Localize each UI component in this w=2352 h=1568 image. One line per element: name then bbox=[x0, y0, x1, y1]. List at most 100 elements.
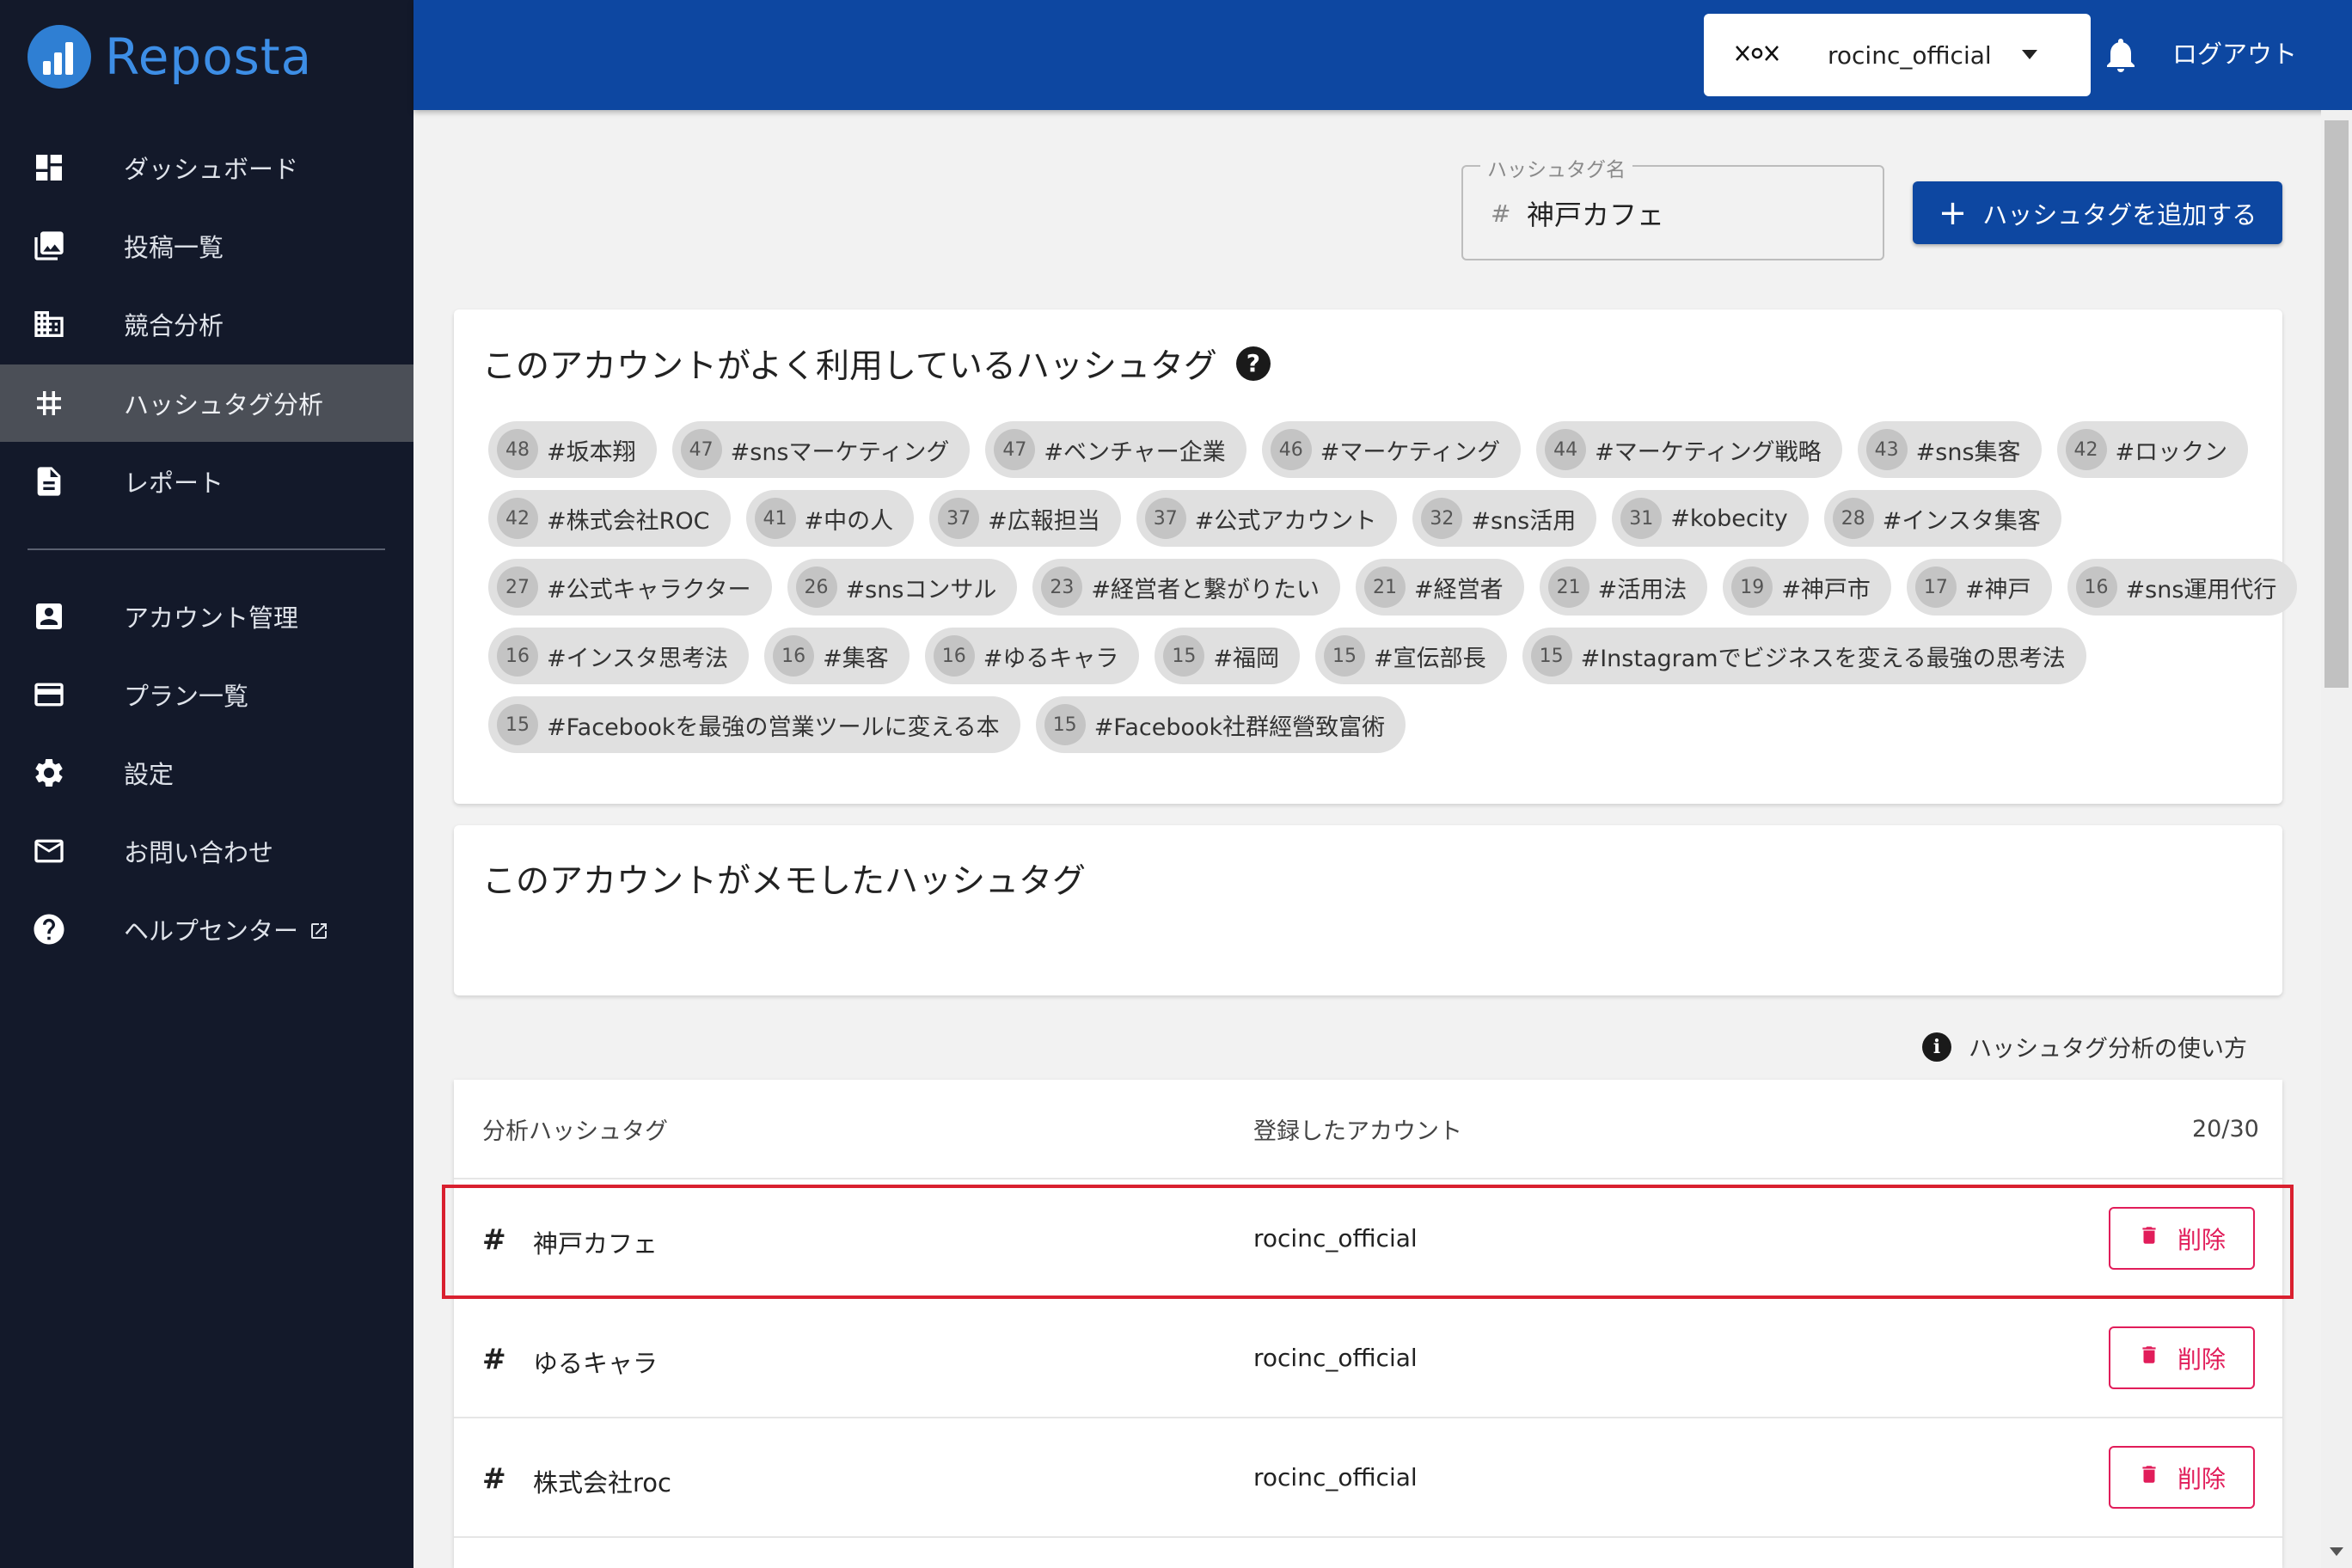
hashtag-chip[interactable]: 23 #経営者と繋がりたい bbox=[1032, 559, 1341, 616]
sidebar-divider bbox=[28, 548, 385, 550]
sidebar-item-label: ハッシュタグ分析 bbox=[124, 390, 324, 420]
chip-count: 37 bbox=[1144, 498, 1186, 539]
chip-count: 15 bbox=[1530, 635, 1572, 677]
sidebar-item-dashboard[interactable]: ダッシュボード bbox=[0, 129, 413, 206]
sidebar-item-contact[interactable]: お問い合わせ bbox=[0, 812, 413, 890]
chip-count: 19 bbox=[1731, 567, 1773, 608]
hashtag-chip[interactable]: 37 #広報担当 bbox=[929, 490, 1121, 547]
chip-count: 44 bbox=[1545, 429, 1587, 470]
building-icon bbox=[31, 306, 67, 342]
hashtag-chip[interactable]: 16 #sns運用代行 bbox=[2067, 559, 2298, 616]
logo-mark-icon bbox=[28, 25, 91, 89]
table-row: # ゆるキャラ rocinc_official 削除 bbox=[454, 1299, 2282, 1418]
hash-symbol: # bbox=[482, 1461, 506, 1495]
row-hashtag: 株式会社roc bbox=[533, 1468, 671, 1498]
usage-guide-label: ハッシュタグ分析の使い方 bbox=[1969, 1036, 2247, 1063]
hashtag-chip[interactable]: 15 #Facebook社群經營致富術 bbox=[1035, 696, 1406, 753]
photo-library-icon bbox=[31, 228, 67, 264]
chip-label: #sns運用代行 bbox=[2125, 576, 2277, 603]
chip-label: #広報担当 bbox=[988, 507, 1100, 535]
hashtag-chip[interactable]: 19 #神戸市 bbox=[1723, 559, 1891, 616]
help-icon[interactable]: ? bbox=[1235, 346, 1271, 381]
hashtag-chip[interactable]: 17 #神戸 bbox=[1906, 559, 2052, 616]
hashtag-chip[interactable]: 15 #宣伝部長 bbox=[1314, 628, 1507, 684]
hashtag-chip[interactable]: 46 #マーケティング bbox=[1261, 421, 1522, 478]
chip-label: #ベンチャー企業 bbox=[1044, 438, 1226, 466]
hashtag-chip[interactable]: 32 #sns活用 bbox=[1412, 490, 1597, 547]
chip-row: 15 #Facebookを最強の営業ツールに変える本 15 #Facebook社群經營… bbox=[488, 696, 2259, 753]
hashtag-chip[interactable]: 44 #マーケティング戦略 bbox=[1536, 421, 1842, 478]
hashtag-chip[interactable]: 26 #snsコンサル bbox=[787, 559, 1018, 616]
hashtag-input-field[interactable]: ハッシュタグ名 # bbox=[1461, 153, 1884, 260]
row-account: rocinc_official bbox=[1253, 1463, 1418, 1491]
popular-hashtags-card: このアカウントがよく利用しているハッシュタグ ? 48 #坂本翔 47 #snsマーケ… bbox=[454, 309, 2298, 804]
hashtag-chip[interactable]: 27 #公式キャラクター bbox=[488, 559, 772, 616]
chip-count: 31 bbox=[1620, 498, 1663, 539]
hash-symbol: # bbox=[482, 1342, 506, 1375]
hashtag-chip[interactable]: 21 #活用法 bbox=[1539, 559, 1708, 616]
delete-label: 削除 bbox=[2177, 1344, 2226, 1374]
sidebar-item-reports[interactable]: レポート bbox=[0, 443, 413, 520]
chip-label: #集客 bbox=[823, 645, 889, 672]
sidebar-item-label: ダッシュボード bbox=[124, 155, 299, 184]
help-icon bbox=[31, 911, 67, 947]
hashtag-chip[interactable]: 48 #坂本翔 bbox=[488, 421, 657, 478]
hashtag-chip[interactable]: 16 #集客 bbox=[764, 628, 910, 684]
hashtag-input[interactable] bbox=[1527, 187, 1862, 239]
hashtag-chip[interactable]: 15 #福岡 bbox=[1155, 628, 1300, 684]
sidebar-item-posts[interactable]: 投稿一覧 bbox=[0, 207, 413, 285]
add-hashtag-button[interactable]: + ハッシュタグを追加する bbox=[1913, 181, 2282, 244]
info-icon: i bbox=[1922, 1032, 1951, 1062]
hashtag-count: 20/30 bbox=[2192, 1115, 2259, 1142]
scroll-down-arrow[interactable] bbox=[2330, 1547, 2343, 1556]
chip-label: #マーケティング戦略 bbox=[1595, 438, 1822, 466]
hashtag-chip[interactable]: 31 #kobecity bbox=[1612, 490, 1809, 547]
logo-text: Reposta bbox=[105, 28, 313, 86]
chip-label: #福岡 bbox=[1213, 645, 1279, 672]
logout-button[interactable]: ログアウト bbox=[2172, 34, 2297, 70]
chip-row: 27 #公式キャラクター 26 #snsコンサル 23 #経営者と繋がりたい 21 #経営者 2… bbox=[488, 559, 2298, 616]
chip-label: #インスタ集客 bbox=[1882, 507, 2041, 535]
sidebar-item-settings[interactable]: 設定 bbox=[0, 734, 413, 812]
gear-icon bbox=[31, 755, 67, 791]
hashtag-chip[interactable]: 41 #中の人 bbox=[745, 490, 915, 547]
hashtag-chip[interactable]: 42 #ロックン bbox=[2056, 421, 2249, 478]
chip-label: #坂本翔 bbox=[547, 438, 636, 466]
chip-label: #神戸 bbox=[1964, 576, 2031, 603]
delete-button[interactable]: 削除 bbox=[2109, 1326, 2255, 1389]
chip-row: 48 #坂本翔 47 #snsマーケティング 47 #ベンチャー企業 46 #マーケティング 4… bbox=[488, 421, 2259, 478]
sidebar-item-competitors[interactable]: 競合分析 bbox=[0, 285, 413, 363]
hashtag-chip[interactable]: 21 #経営者 bbox=[1356, 559, 1524, 616]
bell-icon[interactable] bbox=[2100, 34, 2141, 79]
chip-label: #Instagramでビジネスを変える最強の思考法 bbox=[1580, 645, 2066, 672]
hashtag-chip[interactable]: 37 #公式アカウント bbox=[1136, 490, 1398, 547]
hashtag-chip[interactable]: 15 #Instagramでビジネスを変える最強の思考法 bbox=[1522, 628, 2086, 684]
hashtag-chip[interactable]: 47 #snsマーケティング bbox=[671, 421, 971, 478]
hashtag-chip[interactable]: 47 #ベンチャー企業 bbox=[985, 421, 1246, 478]
chip-label: #マーケティング bbox=[1320, 438, 1501, 466]
usage-guide-link[interactable]: i ハッシュタグ分析の使い方 bbox=[1922, 1030, 2247, 1063]
scrollbar-thumb[interactable] bbox=[2324, 120, 2349, 688]
chip-label: #公式アカウント bbox=[1194, 507, 1377, 535]
hashtag-chip[interactable]: 43 #sns集客 bbox=[1857, 421, 2042, 478]
sidebar-item-label: 設定 bbox=[124, 760, 175, 789]
chip-label: #ロックン bbox=[2115, 438, 2228, 466]
delete-button[interactable]: 削除 bbox=[2109, 1446, 2255, 1509]
chip-count: 23 bbox=[1041, 567, 1083, 608]
sidebar-item-plans[interactable]: プラン一覧 bbox=[0, 656, 413, 733]
sidebar-item-label: アカウント管理 bbox=[124, 603, 299, 633]
chip-count: 28 bbox=[1832, 498, 1874, 539]
logo[interactable]: Reposta bbox=[28, 22, 312, 91]
chip-count: 21 bbox=[1364, 567, 1406, 608]
sidebar-item-help-center[interactable]: ヘルプセンター bbox=[0, 891, 413, 968]
chip-label: #公式キャラクター bbox=[547, 576, 751, 603]
hashtag-chip[interactable]: 42 #株式会社ROC bbox=[488, 490, 731, 547]
hashtag-chip[interactable]: 15 #Facebookを最強の営業ツールに変える本 bbox=[488, 696, 1020, 753]
sidebar-item-hashtag-analysis[interactable]: ハッシュタグ分析 bbox=[0, 364, 413, 442]
hashtag-chip[interactable]: 16 #ゆるキャラ bbox=[924, 628, 1140, 684]
sidebar-item-account[interactable]: アカウント管理 bbox=[0, 578, 413, 655]
hashtag-input-label: ハッシュタグ名 bbox=[1480, 153, 1632, 182]
account-selector[interactable]: rocinc_official bbox=[1704, 14, 2091, 96]
hashtag-chip[interactable]: 16 #インスタ思考法 bbox=[488, 628, 750, 684]
hashtag-chip[interactable]: 28 #インスタ集客 bbox=[1823, 490, 2061, 547]
